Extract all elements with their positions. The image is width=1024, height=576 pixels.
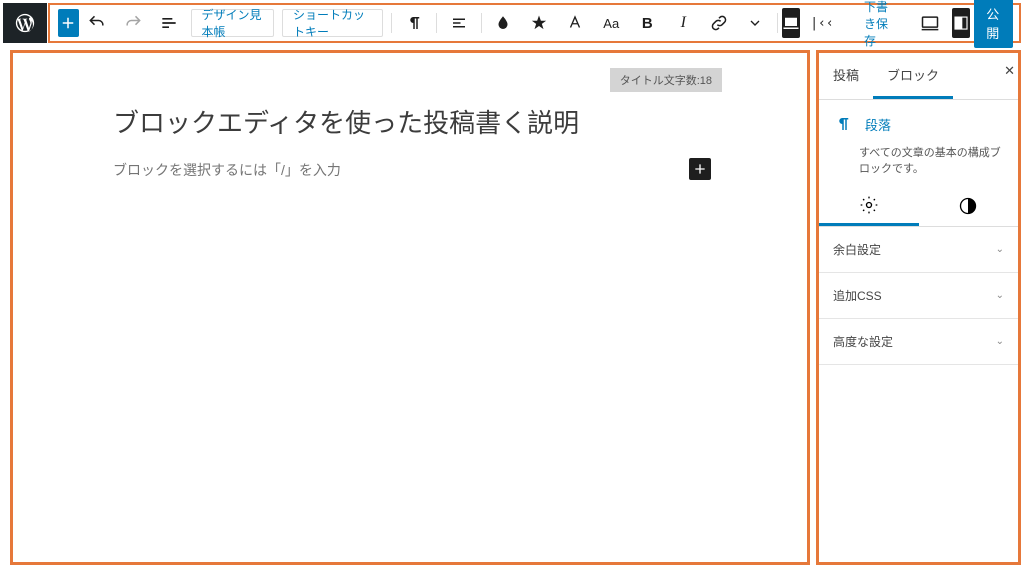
block-name-label: 段落 (865, 115, 891, 134)
toolbar-separator (481, 13, 482, 33)
top-toolbar: デザイン見本帳 ショートカットキー Aa B I |‹‹ 下書き保存 公 (48, 3, 1021, 43)
background-color-icon[interactable] (485, 5, 521, 41)
star-icon[interactable] (521, 5, 557, 41)
block-placeholder[interactable]: ブロックを選択するには「/」を入力 (113, 160, 707, 180)
publish-button[interactable]: 公開 (974, 0, 1013, 48)
save-draft-button[interactable]: 下書き保存 (854, 0, 908, 49)
toolbar-separator (436, 13, 437, 33)
panel-label: 高度な設定 (833, 333, 893, 350)
chevron-down-icon: ⌄ (996, 290, 1004, 301)
italic-button[interactable]: I (665, 5, 701, 41)
close-sidebar-icon[interactable]: ✕ (1004, 63, 1015, 79)
text-color-icon[interactable] (557, 5, 593, 41)
title-character-count: タイトル文字数:18 (610, 68, 722, 92)
undo-button[interactable] (79, 5, 115, 41)
wordpress-logo[interactable] (3, 3, 47, 43)
bold-button[interactable]: B (629, 5, 665, 41)
redo-button[interactable] (115, 5, 151, 41)
toolbar-separator (391, 13, 392, 33)
styles-subtab[interactable] (919, 186, 1019, 226)
design-sample-link[interactable]: デザイン見本帳 (191, 9, 274, 37)
preview-button[interactable] (912, 5, 948, 41)
block-placeholder-text: ブロックを選択するには「/」を入力 (113, 162, 341, 178)
block-info: 段落 すべての文章の基本の構成ブロックです。 (819, 100, 1018, 186)
settings-sidebar-toggle[interactable] (952, 8, 970, 38)
align-button[interactable] (441, 5, 477, 41)
tab-post[interactable]: 投稿 (819, 53, 873, 99)
settings-sidebar: 投稿 ブロック ✕ 段落 すべての文章の基本の構成ブロックです。 余白設定 ⌄ … (816, 50, 1021, 565)
collapse-icon[interactable]: |‹‹ (804, 5, 840, 41)
panel-label: 追加CSS (833, 287, 882, 304)
panel-advanced-settings[interactable]: 高度な設定 ⌄ (819, 319, 1018, 365)
link-button[interactable] (701, 5, 737, 41)
paragraph-block-icon (833, 114, 853, 134)
inline-add-block-button[interactable] (689, 158, 711, 180)
settings-subtab[interactable] (819, 186, 919, 226)
font-size-icon[interactable]: Aa (593, 5, 629, 41)
tab-block[interactable]: ブロック (873, 53, 953, 99)
sidebar-tabs: 投稿 ブロック ✕ (819, 53, 1018, 100)
list-view-button[interactable] (151, 5, 187, 41)
block-description: すべての文章の基本の構成ブロックです。 (833, 144, 1004, 176)
editor-canvas: タイトル文字数:18 ブロックエディタを使った投稿書く説明 ブロックを選択するに… (10, 50, 810, 565)
device-preview-button[interactable] (782, 8, 800, 38)
panel-label: 余白設定 (833, 241, 881, 258)
post-title-input[interactable]: ブロックエディタを使った投稿書く説明 (113, 103, 707, 140)
chevron-down-icon: ⌄ (996, 336, 1004, 347)
chevron-down-icon[interactable] (737, 5, 773, 41)
paragraph-icon[interactable] (396, 5, 432, 41)
panel-margin-settings[interactable]: 余白設定 ⌄ (819, 227, 1018, 273)
toolbar-separator (777, 13, 778, 33)
shortcut-keys-link[interactable]: ショートカットキー (282, 9, 383, 37)
sidebar-subtabs (819, 186, 1018, 227)
chevron-down-icon: ⌄ (996, 244, 1004, 255)
panel-additional-css[interactable]: 追加CSS ⌄ (819, 273, 1018, 319)
add-block-button[interactable] (58, 9, 79, 37)
